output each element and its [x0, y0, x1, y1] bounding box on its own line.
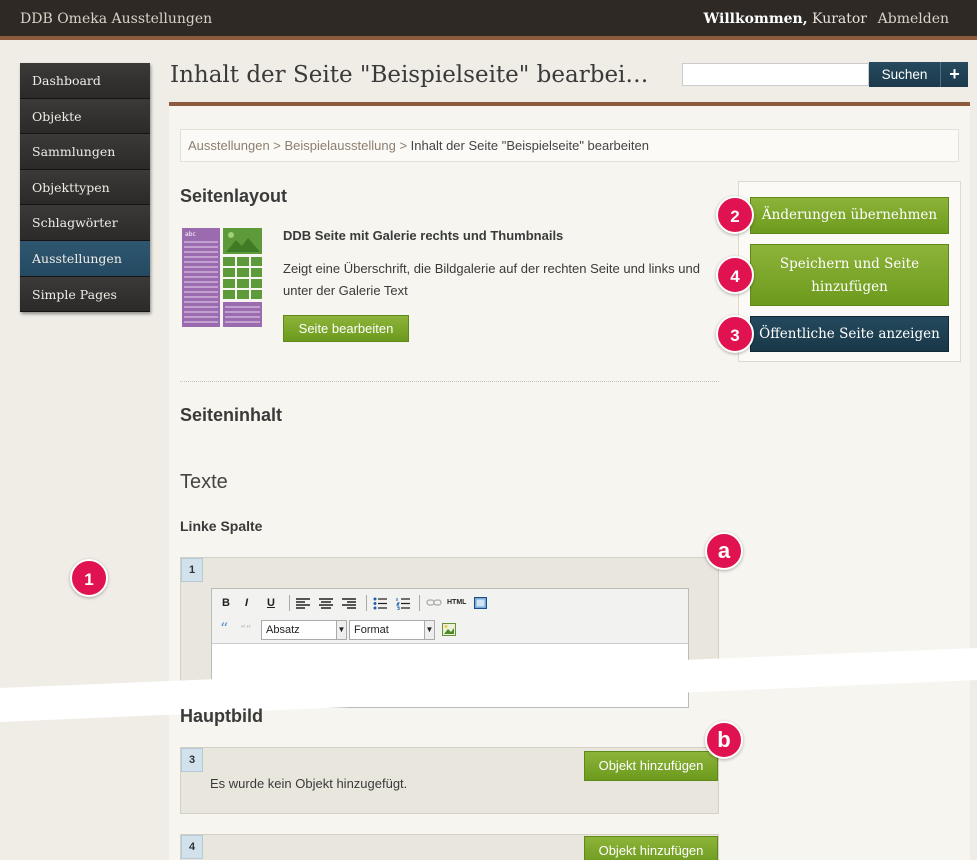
breadcrumb-current: Inhalt der Seite "Beispielseite" bearbei…	[410, 138, 649, 153]
layout-heading: Seitenlayout	[180, 186, 288, 206]
breadcrumb-separator: >	[399, 138, 408, 153]
search-button[interactable]: Suchen	[869, 62, 940, 87]
search-input[interactable]	[682, 63, 869, 86]
numbered-list-icon[interactable]	[396, 597, 410, 610]
add-object-button[interactable]: Objekt hinzufügen	[584, 751, 718, 781]
welcome-text: Willkommen, Kurator	[704, 11, 867, 27]
block-number: 3	[181, 748, 203, 772]
breadcrumb-link-beispielausstellung[interactable]: Beispielausstellung	[285, 138, 396, 153]
toolbar-separator	[289, 595, 290, 611]
insert-image-icon[interactable]	[442, 623, 456, 636]
chevron-down-icon: ▼	[424, 621, 434, 639]
nav-item-sammlungen[interactable]: Sammlungen	[20, 134, 150, 170]
nav-item-ausstellungen[interactable]: Ausstellungen	[20, 240, 150, 277]
nav-item-objekttypen[interactable]: Objekttypen	[20, 169, 150, 206]
block-number: 4	[181, 835, 203, 859]
block-number: 1	[181, 558, 203, 582]
view-public-page-button[interactable]: Öffentliche Seite anzeigen	[750, 316, 949, 352]
svg-text:““: ““	[240, 624, 252, 633]
edit-page-button[interactable]: Seite bearbeiten	[283, 315, 409, 342]
breadcrumb-link-ausstellungen[interactable]: Ausstellungen	[188, 138, 270, 153]
html-source-button[interactable]: HTML	[447, 599, 466, 606]
layout-thumb-label: abc	[185, 231, 196, 238]
bold-button[interactable]: B	[222, 597, 230, 609]
breadcrumb: Ausstellungen > Beispielausstellung > In…	[180, 129, 959, 162]
add-object-button[interactable]: Objekt hinzufügen	[584, 836, 718, 860]
align-center-icon[interactable]	[319, 598, 333, 609]
annotation-marker-3: 3	[716, 315, 754, 353]
no-object-text: Es wurde kein Objekt hinzugefügt.	[210, 776, 408, 791]
section-divider	[180, 381, 719, 382]
main-image-heading: Hauptbild	[180, 706, 263, 726]
annotation-marker-1: 1	[70, 559, 108, 597]
current-user-link[interactable]: Kurator	[808, 11, 867, 27]
paragraph-select[interactable]: Absatz ▼	[261, 620, 347, 640]
layout-name: DDB Seite mit Galerie rechts und Thumbna…	[283, 228, 564, 243]
page-break-tear	[0, 648, 977, 722]
left-column-heading: Linke Spalte	[180, 518, 263, 534]
layout-description: Zeigt eine Überschrift, die Bildgalerie …	[283, 261, 700, 298]
content-heading: Seiteninhalt	[180, 405, 283, 425]
nav-item-schlagwoerter[interactable]: Schlagwörter	[20, 205, 150, 241]
editor-toolbar: B I U HTML “ ““ Absatz ▼ Format ▼	[212, 589, 688, 644]
save-and-add-page-button[interactable]: Speichern und Seite hinzufügen	[750, 244, 949, 306]
advanced-search-button[interactable]: +	[940, 62, 968, 87]
nav-item-dashboard[interactable]: Dashboard	[20, 63, 150, 99]
page-title: Inhalt der Seite "Beispielseite" bearbei…	[170, 62, 649, 88]
bullet-list-icon[interactable]	[373, 597, 387, 610]
align-left-icon[interactable]	[296, 598, 310, 609]
annotation-marker-b: b	[705, 721, 743, 759]
texts-heading: Texte	[180, 471, 228, 493]
paragraph-select-value: Absatz	[266, 624, 300, 636]
toolbar-separator	[366, 595, 367, 611]
toolbar-separator	[419, 595, 420, 611]
logout-link[interactable]: Abmelden	[878, 11, 949, 27]
align-right-icon[interactable]	[342, 598, 356, 609]
blockquote-button[interactable]: “	[220, 619, 228, 638]
annotation-marker-a: a	[705, 532, 743, 570]
breadcrumb-separator: >	[273, 138, 281, 153]
format-select[interactable]: Format ▼	[349, 620, 435, 640]
nav-item-simple-pages[interactable]: Simple Pages	[20, 276, 150, 313]
welcome-label: Willkommen,	[703, 11, 808, 27]
annotation-marker-4: 4	[716, 256, 754, 294]
chevron-down-icon: ▼	[336, 621, 346, 639]
apply-changes-button[interactable]: Änderungen übernehmen	[750, 197, 949, 234]
layout-thumbnail: abc	[182, 228, 262, 327]
top-bar: DDB Omeka Ausstellungen Willkommen, Kura…	[0, 0, 977, 40]
cite-icon[interactable]: ““	[240, 624, 256, 633]
link-icon[interactable]	[426, 598, 442, 607]
annotation-marker-2: 2	[716, 196, 754, 234]
site-title[interactable]: DDB Omeka Ausstellungen	[20, 11, 212, 27]
underline-button[interactable]: U	[267, 597, 275, 609]
italic-button[interactable]: I	[245, 597, 248, 609]
nav-item-objekte[interactable]: Objekte	[20, 98, 150, 135]
format-select-value: Format	[354, 624, 389, 636]
main-navigation: Dashboard Objekte Sammlungen Objekttypen…	[20, 63, 150, 313]
fullscreen-icon[interactable]	[474, 597, 487, 609]
